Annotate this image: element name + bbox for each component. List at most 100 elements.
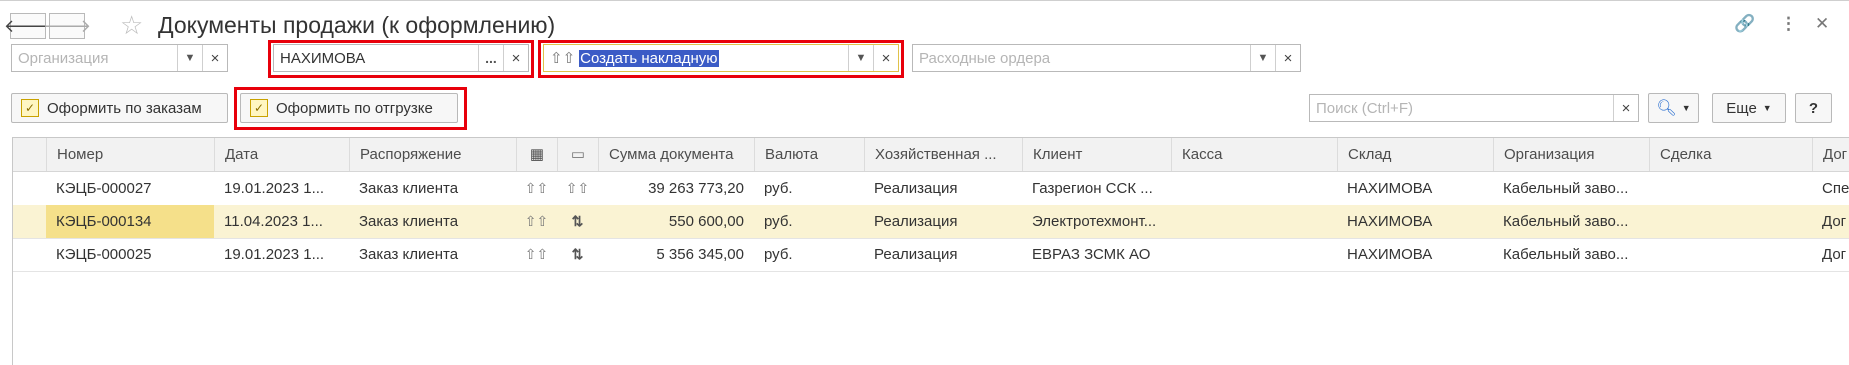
cell-client: Газрегион ССК ... [1032, 180, 1153, 197]
cell-currency: руб. [764, 246, 793, 263]
arrows-up-down-icon: ⇅ [571, 213, 584, 229]
cell-organization: Кабельный заво... [1503, 246, 1629, 263]
clear-icon[interactable]: × [873, 45, 898, 71]
cell-currency: руб. [764, 213, 793, 230]
cell-sum: 39 263 773,20 [648, 180, 744, 197]
table-row-selected[interactable]: КЭЦБ-000134 11.04.2023 1... Заказ клиент… [13, 205, 1849, 239]
arrows-up-icon: ⇧⇧ [524, 246, 549, 262]
cell-number: КЭЦБ-000134 [46, 205, 214, 238]
link-icon[interactable]: 🔗 [1734, 14, 1755, 34]
clear-icon[interactable]: × [1275, 45, 1300, 71]
cell-sum: 5 356 345,00 [656, 246, 744, 263]
header-number[interactable]: Номер [46, 138, 214, 171]
cell-number: КЭЦБ-000027 [56, 180, 152, 197]
favorite-star-icon[interactable]: ☆ [120, 10, 143, 41]
cell-warehouse: НАХИМОВА [1347, 180, 1433, 197]
clear-icon[interactable]: × [1613, 95, 1638, 121]
forward-button[interactable]: 🡒 [43, 13, 91, 39]
cell-order: Заказ клиента [359, 246, 459, 263]
search-button[interactable]: 🔍︎ ▼ [1648, 93, 1699, 123]
cell-organization: Кабельный заво... [1503, 180, 1629, 197]
header-client[interactable]: Клиент [1022, 138, 1171, 171]
organization-placeholder: Организация [18, 49, 109, 67]
table-row[interactable]: КЭЦБ-000027 19.01.2023 1... Заказ клиент… [13, 172, 1849, 206]
operation-filter[interactable]: ⇧⇧ Создать накладную ▼ × [543, 44, 899, 72]
back-button[interactable]: 🡐 [4, 13, 52, 39]
cell-cash [1171, 205, 1337, 238]
arrows-up-icon: ⇧⇧ [550, 50, 576, 67]
dropdown-arrow-icon: ▼ [1762, 103, 1772, 113]
dropdown-arrow-icon[interactable]: ▼ [1250, 45, 1275, 71]
process-by-shipment-label: Оформить по отгрузке [276, 99, 433, 117]
header-cash[interactable]: Касса [1171, 138, 1337, 171]
help-button[interactable]: ? [1795, 93, 1832, 123]
dropdown-arrow-icon: ▼ [1681, 103, 1691, 113]
table-header: Номер Дата Распоряжение ▦ ▭ Сумма докуме… [13, 138, 1849, 172]
header-currency[interactable]: Валюта [754, 138, 864, 171]
arrows-up-icon: ⇧⇧ [524, 180, 549, 196]
cell-organization: Кабельный заво... [1503, 213, 1629, 230]
close-icon[interactable]: ✕ [1815, 14, 1829, 34]
header-calculator-icon[interactable]: ▦ [516, 138, 557, 171]
search-placeholder: Поиск (Ctrl+F) [1316, 99, 1413, 117]
more-label: Еще [1726, 99, 1757, 117]
clear-icon[interactable]: × [503, 45, 528, 71]
page-title: Документы продажи (к оформлению) [158, 12, 556, 38]
cell-date: 19.01.2023 1... [224, 180, 325, 197]
header-marker [13, 138, 46, 171]
documents-table[interactable]: Номер Дата Распоряжение ▦ ▭ Сумма докуме… [12, 137, 1849, 365]
cell-currency: руб. [764, 180, 793, 197]
header-sum[interactable]: Сумма документа [598, 138, 754, 171]
arrows-up-down-icon: ⇅ [571, 246, 584, 262]
cell-client: Электротехмонт... [1032, 213, 1157, 230]
header-contract[interactable]: Дог [1812, 138, 1849, 171]
process-by-orders-button[interactable]: ✓ Оформить по заказам [11, 93, 228, 123]
process-by-shipment-button[interactable]: ✓ Оформить по отгрузке [240, 93, 458, 123]
header-organization[interactable]: Организация [1493, 138, 1649, 171]
clear-icon[interactable]: × [202, 45, 227, 71]
choose-button[interactable]: ... [478, 45, 503, 71]
header-operation[interactable]: Хозяйственная ... [864, 138, 1022, 171]
table-row[interactable]: КЭЦБ-000025 19.01.2023 1... Заказ клиент… [13, 238, 1849, 272]
cell-deal [1649, 238, 1812, 271]
checkbox-icon: ✓ [250, 99, 268, 117]
cell-sum: 550 600,00 [668, 213, 744, 230]
cell-deal [1649, 205, 1812, 238]
more-vertical-icon[interactable]: ⋮ [1780, 14, 1797, 34]
header-order[interactable]: Распоряжение [349, 138, 516, 171]
cell-operation: Реализация [874, 213, 958, 230]
cash-orders-filter[interactable]: Расходные ордера ▼ × [912, 44, 1301, 72]
cell-cash [1171, 172, 1337, 205]
cell-number: КЭЦБ-000025 [56, 246, 152, 263]
dropdown-arrow-icon[interactable]: ▼ [177, 45, 202, 71]
cell-order: Заказ клиента [359, 180, 459, 197]
cell-contract: Дог [1822, 246, 1847, 263]
cell-warehouse: НАХИМОВА [1347, 213, 1433, 230]
header-deal[interactable]: Сделка [1649, 138, 1812, 171]
cell-date: 11.04.2023 1... [224, 213, 323, 230]
search-field[interactable]: Поиск (Ctrl+F) × [1309, 94, 1639, 122]
window-top-border [0, 0, 1849, 1]
cell-cash [1171, 238, 1337, 271]
header-date[interactable]: Дата [214, 138, 349, 171]
arrow-right-icon: 🡒 [42, 15, 92, 36]
cell-deal [1649, 172, 1812, 205]
cell-date: 19.01.2023 1... [224, 246, 325, 263]
arrows-up-icon: ⇧⇧ [524, 213, 549, 229]
arrows-up-icon: ⇧⇧ [565, 180, 590, 196]
process-by-orders-label: Оформить по заказам [47, 99, 202, 117]
checkbox-icon: ✓ [21, 99, 39, 117]
warehouse-value: НАХИМОВА [280, 49, 366, 67]
cell-contract: Дог [1822, 213, 1847, 230]
warehouse-filter[interactable]: НАХИМОВА ... × [273, 44, 529, 72]
cell-order: Заказ клиента [359, 213, 459, 230]
dropdown-arrow-icon[interactable]: ▼ [848, 45, 873, 71]
help-label: ? [1808, 99, 1819, 117]
cell-operation: Реализация [874, 180, 958, 197]
organization-filter[interactable]: Организация ▼ × [11, 44, 228, 72]
more-button[interactable]: Еще ▼ [1712, 93, 1786, 123]
header-warehouse[interactable]: Склад [1337, 138, 1493, 171]
search-icon: 🔍︎ [1656, 100, 1677, 117]
operation-value: Создать накладную [579, 49, 719, 67]
header-card-icon[interactable]: ▭ [557, 138, 598, 171]
